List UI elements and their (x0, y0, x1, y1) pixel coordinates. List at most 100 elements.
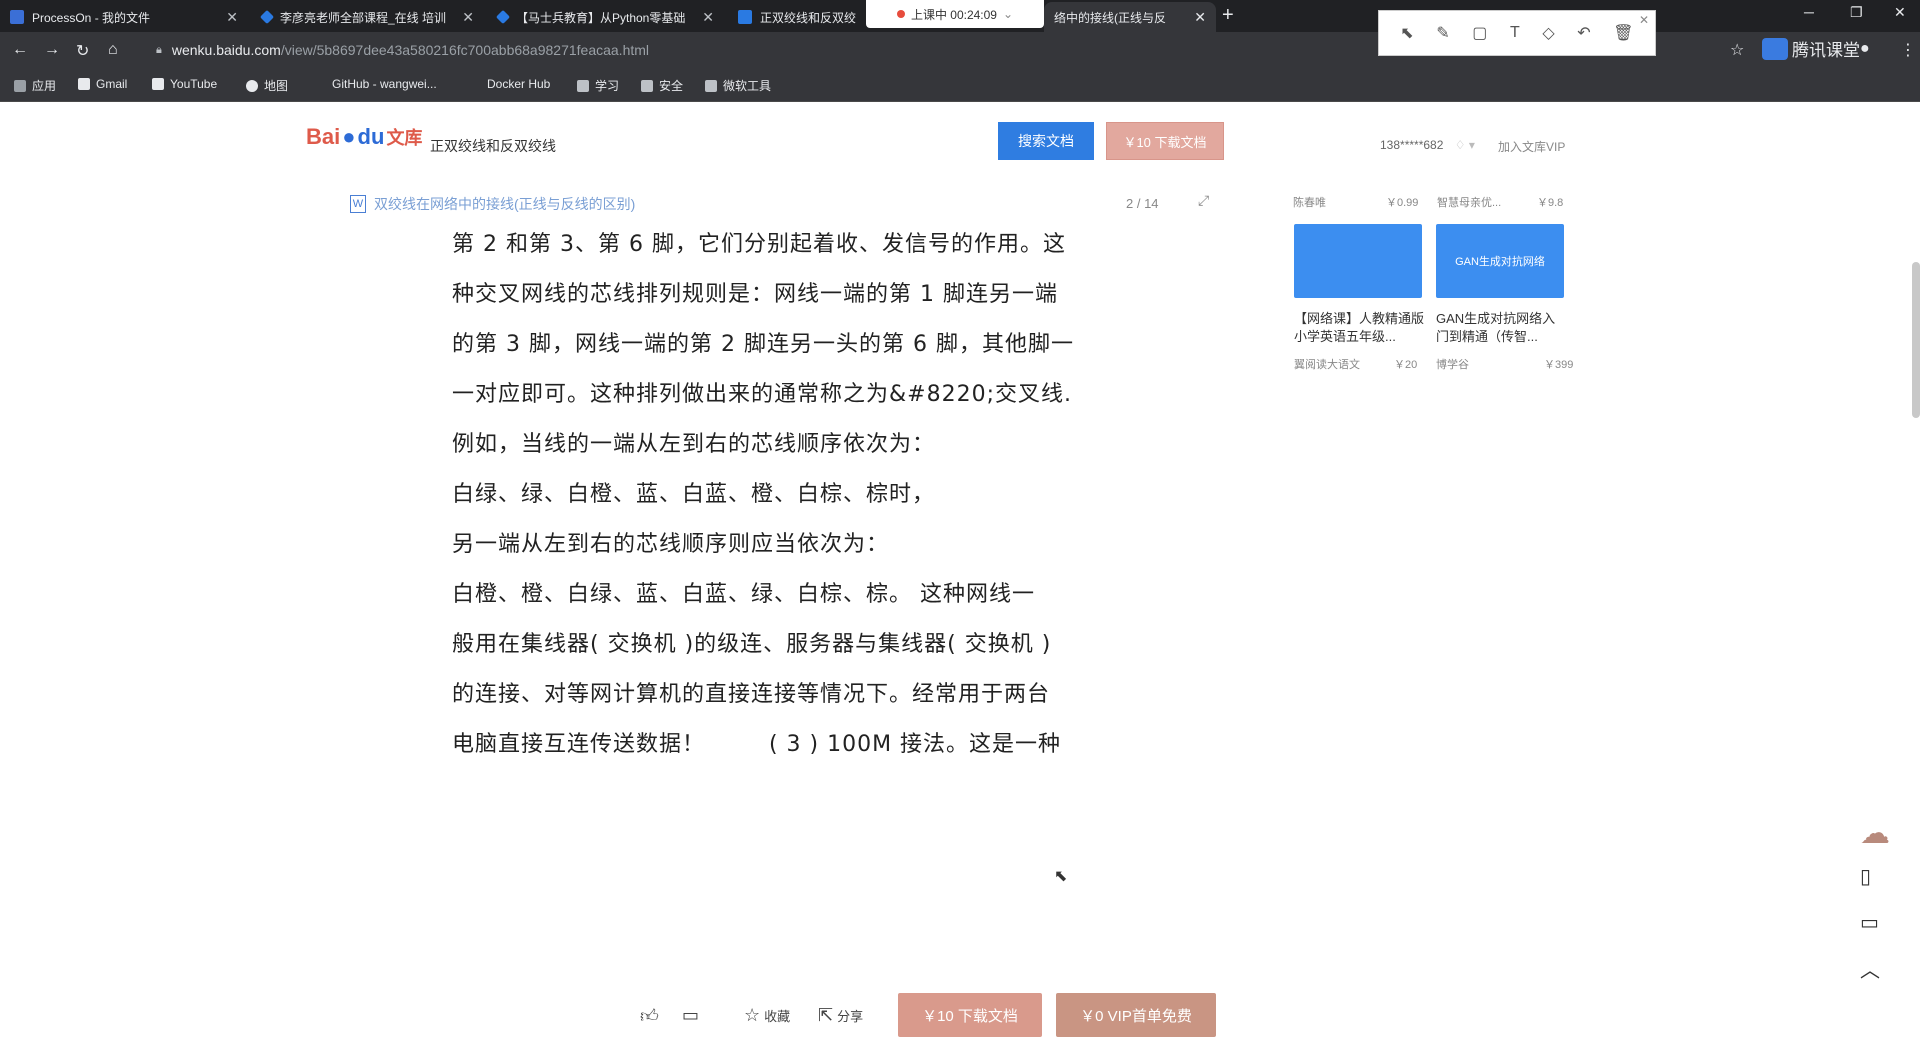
rec-price: ￥0.99 (1386, 197, 1419, 209)
profile-icon[interactable]: ● (1860, 40, 1870, 58)
close-icon[interactable]: ✕ (702, 9, 714, 26)
doc-line: 白橙、橙、白绿、蓝、白蓝、绿、白棕、棕。 这种网线一 (452, 582, 1035, 607)
bookmark-github[interactable]: GitHub - wangwei... (332, 77, 437, 91)
tab-course[interactable]: 李彦亮老师全部课程_在线 培训 ✕ (252, 2, 484, 32)
rec-price: ￥399 (1544, 359, 1574, 371)
rec-author: 陈春唯 (1293, 197, 1326, 209)
back-icon[interactable]: ← (12, 41, 28, 59)
restore-icon[interactable]: ❐ (1850, 4, 1863, 21)
bookmark-apps[interactable]: 应用 (14, 77, 56, 94)
bookmark-label: 微软工具 (723, 79, 772, 93)
tencent-classroom-icon (259, 9, 275, 25)
bookmark-label: 学习 (595, 79, 620, 93)
text-icon[interactable]: T (1510, 24, 1520, 42)
reload-icon[interactable]: ↻ (76, 41, 89, 61)
download-button-top[interactable]: ￥10 下载文档 (1106, 122, 1224, 160)
like-button[interactable]: 👍︎ (640, 1005, 663, 1027)
star-icon[interactable]: ☆ (1730, 40, 1744, 60)
live-status[interactable]: 上课中 00:24:09 ⌄ (866, 0, 1044, 28)
folder-icon (705, 79, 717, 92)
tencent-classroom-icon (495, 9, 511, 25)
page-content: Bai ● du 文库 正双绞线和反双绞线 搜索文档 ￥10 下载文档 138*… (0, 102, 1920, 1042)
tab-wenku[interactable]: 正双绞线和反双绞 (728, 2, 866, 32)
vip-free-button[interactable]: ￥0 VIP首单免费 (1056, 993, 1216, 1037)
doc-line: 第 2 和第 3、第 6 脚，它们分别起着收、发信号的作用。这 (452, 232, 1066, 257)
bookmark-label: Docker Hub (487, 77, 551, 91)
bookmark-gmail[interactable]: Gmail (78, 77, 127, 91)
doc-line: 的第 3 脚，网线一端的第 2 脚连另一头的第 6 脚，其他脚一 (452, 332, 1074, 357)
rec-card-thumbnail[interactable] (1294, 224, 1422, 298)
minimize-icon[interactable]: ─ (1804, 4, 1814, 20)
forward-icon[interactable]: → (44, 41, 60, 59)
diamond-icon: ♢ (1454, 138, 1466, 152)
download-button-bottom[interactable]: ￥10 下载文档 (898, 993, 1042, 1037)
doc-subtitle[interactable]: W 双绞线在网络中的接线(正线与反线的区别) (350, 194, 635, 214)
back-to-top-icon[interactable]: ︿ (1860, 954, 1880, 983)
map-pin-icon (246, 79, 258, 92)
feedback-icon[interactable]: ▭ (1860, 910, 1879, 935)
star-icon: ☆ (744, 1005, 761, 1025)
tab-processon[interactable]: ProcessOn - 我的文件 ✕ (0, 2, 248, 32)
graduation-cap-icon (1762, 37, 1788, 60)
url-path: /view/5b8697dee43a580216fc700abb68a98271… (280, 42, 650, 58)
new-tab-button[interactable]: + (1222, 4, 1234, 27)
pointer-icon[interactable]: ⬉ (1400, 23, 1413, 43)
close-icon[interactable]: ✕ (462, 9, 474, 26)
menu-icon[interactable]: ⋮ (1900, 40, 1916, 60)
user-name: 138*****682 (1380, 138, 1444, 152)
doc-line: 另一端从左到右的芯线顺序则应当依次为： (452, 532, 890, 557)
close-icon[interactable]: ✕ (1194, 9, 1206, 26)
close-icon[interactable]: ✕ (226, 9, 238, 26)
tencent-classroom-brand: 腾讯课堂 (1762, 36, 1860, 61)
comment-button[interactable]: ▭ (682, 1005, 703, 1026)
user-account[interactable]: 138*****682 ♢ ▾ (1380, 138, 1475, 152)
mobile-icon[interactable]: ▯ (1860, 864, 1871, 889)
bookmark-label: 地图 (264, 79, 289, 93)
home-icon[interactable]: ⌂ (108, 41, 118, 59)
share-button[interactable]: ⇱ 分享 (818, 1005, 863, 1026)
trash-icon[interactable]: 🗑︎ (1613, 23, 1633, 43)
bookmark-dockerhub[interactable]: Docker Hub (487, 77, 550, 91)
youtube-icon (152, 78, 164, 90)
eraser-icon[interactable]: ◇ (1542, 23, 1554, 43)
bookmark-label: Gmail (96, 77, 128, 91)
bookmark-folder-security[interactable]: 安全 (641, 77, 683, 94)
rec-card-title[interactable]: GAN生成对抗网络入门到精通（传智... (1436, 310, 1566, 346)
join-vip-link[interactable]: 加入文库VIP (1498, 138, 1565, 155)
rec-author: 博学谷 (1436, 359, 1469, 371)
bookmark-maps[interactable]: 地图 (246, 77, 288, 94)
close-window-icon[interactable]: ✕ (1894, 4, 1906, 21)
bookmark-folder-mstools[interactable]: 微软工具 (705, 77, 771, 94)
doc-line: 例如，当线的一端从左到右的芯线顺序依次为： (452, 432, 936, 457)
tab-python[interactable]: 【马士兵教育】从Python零基础 ✕ (488, 2, 724, 32)
bookmark-folder-study[interactable]: 学习 (577, 77, 619, 94)
collect-button[interactable]: ☆ 收藏 (744, 1005, 790, 1026)
doc-line: 白绿、绿、白橙、蓝、白蓝、橙、白棕、棕时， (452, 482, 936, 507)
page-title: 正双绞线和反双绞线 (430, 138, 556, 154)
rec-card-title[interactable]: 【网络课】人教精通版小学英语五年级... (1294, 310, 1424, 346)
expand-icon[interactable]: ⤢ (1198, 192, 1209, 209)
logo-text: Bai (306, 124, 341, 149)
comment-icon: ▭ (682, 1005, 700, 1025)
rec-price: ￥20 (1394, 359, 1418, 371)
mascot-icon[interactable]: ☁ (1860, 816, 1890, 851)
tab-title: 正双绞线和反双绞 (760, 10, 857, 25)
bookmark-youtube[interactable]: YouTube (152, 77, 217, 91)
rec-price: ￥9.8 (1537, 197, 1564, 209)
gmail-icon (78, 78, 90, 90)
scrollbar[interactable] (1912, 262, 1920, 418)
doc-line: 电脑直接互连传送数据！ ( 3 ) 100M 接法。这是一种 (452, 732, 1062, 757)
tab-title: ProcessOn - 我的文件 (32, 10, 151, 25)
rectangle-icon[interactable]: ▢ (1472, 23, 1487, 43)
search-doc-button[interactable]: 搜索文档 (998, 122, 1094, 160)
bookmark-label: 应用 (32, 79, 57, 93)
undo-icon[interactable]: ↶ (1577, 23, 1590, 43)
folder-icon (577, 79, 589, 92)
tab-active[interactable]: 络中的接线(正线与反 ✕ (1044, 2, 1216, 32)
wenku-logo[interactable]: Bai ● du 文库 (306, 124, 422, 150)
rec-card-thumbnail[interactable]: GAN生成对抗网络 (1436, 224, 1564, 298)
bookmark-label: GitHub - wangwei... (332, 77, 437, 91)
close-icon[interactable]: ✕ (1639, 13, 1649, 27)
pen-icon[interactable]: ✎ (1436, 23, 1449, 43)
share-icon: ⇱ (818, 1005, 834, 1025)
